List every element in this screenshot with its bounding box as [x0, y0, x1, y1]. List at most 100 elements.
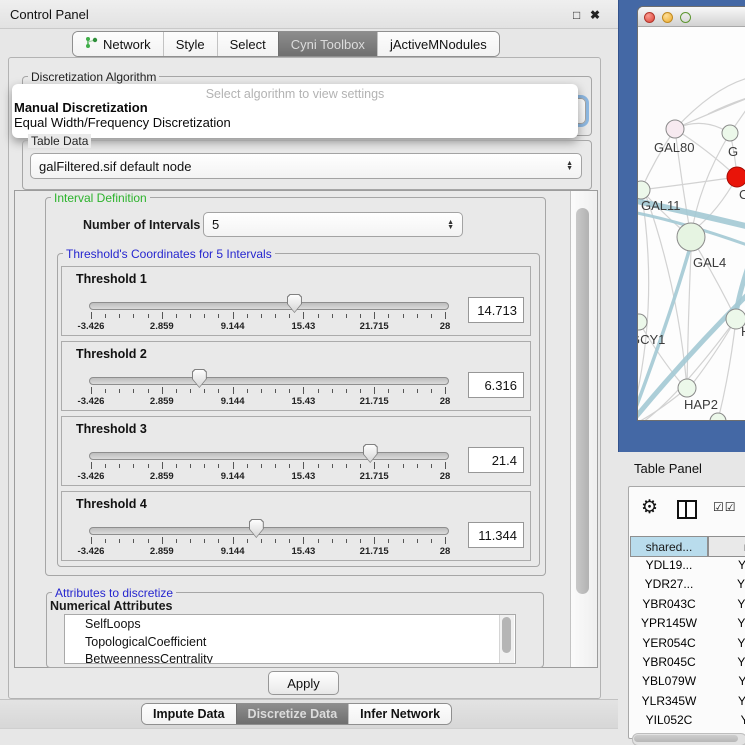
attributes-list-scrollbar-thumb[interactable] — [502, 617, 511, 653]
tab-jactivemnodules[interactable]: jActiveMNodules — [377, 32, 499, 56]
network-canvas[interactable]: GAL80GCGAL11GAL4GCY1HHAP2 — [638, 26, 745, 421]
slider-track[interactable] — [89, 452, 449, 460]
slider-tick — [318, 464, 319, 468]
name-cell[interactable]: YLR3 — [713, 694, 745, 708]
threshold-value-field[interactable] — [468, 447, 524, 473]
network-window-titlebar[interactable] — [638, 7, 745, 27]
table-row[interactable]: YLR345W YLR3 — [629, 694, 745, 713]
close-panel-icon[interactable]: ✖ — [590, 8, 600, 22]
network-node[interactable] — [666, 120, 684, 138]
tab-discretize-data[interactable]: Discretize Data — [236, 704, 349, 724]
slider-track[interactable] — [89, 377, 449, 385]
shared-name-cell[interactable]: YER054C — [630, 636, 708, 650]
numerical-attribute-item[interactable]: SelfLoops — [85, 617, 141, 631]
network-node[interactable] — [638, 181, 650, 199]
slider-tick — [318, 314, 319, 318]
slider-thumb[interactable] — [249, 519, 264, 538]
slider-tick — [204, 539, 205, 543]
horizontal-scrollbar[interactable] — [632, 733, 745, 745]
name-cell[interactable]: YIL0 — [713, 713, 745, 727]
minimize-traffic-light-icon[interactable] — [662, 12, 673, 23]
numerical-attribute-item[interactable]: BetweennessCentrality — [85, 652, 213, 664]
threshold-value-field[interactable] — [468, 522, 524, 548]
shared-name-cell[interactable]: YBR043C — [630, 597, 708, 611]
name-cell[interactable]: YDL1 — [713, 558, 745, 572]
name-cell[interactable]: YER0 — [713, 636, 745, 650]
shared-name-cell[interactable]: YLR345W — [630, 694, 708, 708]
slider-thumb[interactable] — [192, 369, 207, 388]
threshold-value-field[interactable] — [468, 372, 524, 398]
table-header-shared-name[interactable]: shared... — [630, 536, 708, 557]
slider-tick — [261, 389, 262, 393]
shared-name-cell[interactable]: YDL19... — [630, 558, 708, 572]
slider-tick — [91, 462, 92, 469]
algorithm-option[interactable]: Equal Width/Frequency Discretization — [12, 116, 578, 131]
table-data-combobox[interactable]: galFiltered.sif default node ▲▼ — [30, 153, 582, 179]
slider-tick — [417, 539, 418, 543]
close-traffic-light-icon[interactable] — [644, 12, 655, 23]
attributes-list-scrollbar[interactable] — [499, 615, 514, 663]
select-columns-checkboxes-icon[interactable]: ☑☑ — [713, 500, 737, 514]
numerical-attribute-item[interactable]: TopologicalCoefficient — [85, 635, 206, 649]
table-row[interactable]: YPR145W YPR1 — [629, 616, 745, 635]
vertical-scrollbar-thumb[interactable] — [576, 208, 589, 594]
control-panel-titlebar — [0, 0, 618, 29]
slider-tick — [247, 464, 248, 468]
numerical-attributes-list[interactable]: SelfLoops TopologicalCoefficient Betweenne… — [64, 614, 516, 664]
tab-select[interactable]: Select — [217, 32, 278, 56]
table-header-name[interactable]: na — [708, 536, 745, 557]
shared-name-cell[interactable]: YIL052C — [630, 713, 708, 727]
tab-style[interactable]: Style — [163, 32, 217, 56]
slider-tick — [445, 387, 446, 394]
name-cell[interactable]: YBL0 — [713, 674, 745, 688]
slider-track[interactable] — [89, 527, 449, 535]
network-node[interactable] — [727, 167, 745, 187]
slider-tick — [431, 314, 432, 318]
table-row[interactable]: YBL079W YBL0 — [629, 674, 745, 693]
name-cell[interactable]: YDR2 — [713, 577, 745, 591]
algorithm-option[interactable]: Manual Discretization — [12, 101, 578, 116]
zoom-traffic-light-icon[interactable] — [680, 12, 691, 23]
name-cell[interactable]: YPR1 — [713, 616, 745, 630]
slider-tick-label: 28 — [440, 321, 451, 332]
network-node[interactable] — [638, 314, 647, 330]
slider-tick — [148, 314, 149, 318]
table-row[interactable]: YER054C YER0 — [629, 636, 745, 655]
slider-tick-label: 9.144 — [221, 471, 245, 482]
table-row[interactable]: YIL052C YIL0 — [629, 713, 745, 731]
float-window-icon[interactable]: □ — [573, 8, 580, 22]
slider-tick — [403, 464, 404, 468]
shared-name-cell[interactable]: YDR27... — [630, 577, 708, 591]
shared-name-cell[interactable]: YPR145W — [630, 616, 708, 630]
horizontal-scrollbar-thumb[interactable] — [634, 735, 738, 742]
tab-label: Network — [103, 37, 151, 52]
number-of-intervals-combobox[interactable]: 5 ▲▼ — [203, 212, 463, 237]
table-row[interactable]: YBR043C YBR0 — [629, 597, 745, 616]
tab-network[interactable]: Network — [73, 32, 163, 56]
tab-infer-network[interactable]: Infer Network — [348, 704, 451, 724]
shared-name-cell[interactable]: YBL079W — [630, 674, 708, 688]
shared-name-cell[interactable]: YBR045C — [630, 655, 708, 669]
slider-track[interactable] — [89, 302, 449, 310]
gear-icon[interactable]: ⚙ — [641, 496, 658, 519]
apply-button[interactable]: Apply — [268, 671, 339, 695]
table-row[interactable]: YDL19... YDL1 — [629, 558, 745, 577]
slider-tick — [190, 464, 191, 468]
threshold-value-field[interactable] — [468, 297, 524, 323]
tab-impute-data[interactable]: Impute Data — [142, 704, 236, 724]
slider-tick-label: -3.426 — [78, 396, 105, 407]
slider-thumb[interactable] — [363, 444, 378, 463]
network-node[interactable] — [677, 223, 705, 251]
network-node[interactable] — [722, 125, 738, 141]
name-cell[interactable]: YBR0 — [713, 655, 745, 669]
table-row[interactable]: YBR045C YBR0 — [629, 655, 745, 674]
columns-icon[interactable] — [677, 500, 697, 519]
slider-thumb[interactable] — [287, 294, 302, 313]
network-node[interactable] — [678, 379, 696, 397]
tab-cyni-toolbox[interactable]: Cyni Toolbox — [278, 32, 377, 56]
vertical-scrollbar[interactable] — [570, 191, 597, 667]
network-node[interactable] — [710, 413, 726, 421]
name-cell[interactable]: YBR0 — [713, 597, 745, 611]
table-row[interactable]: YDR27... YDR2 — [629, 577, 745, 596]
slider-tick-label: 2.859 — [150, 321, 174, 332]
